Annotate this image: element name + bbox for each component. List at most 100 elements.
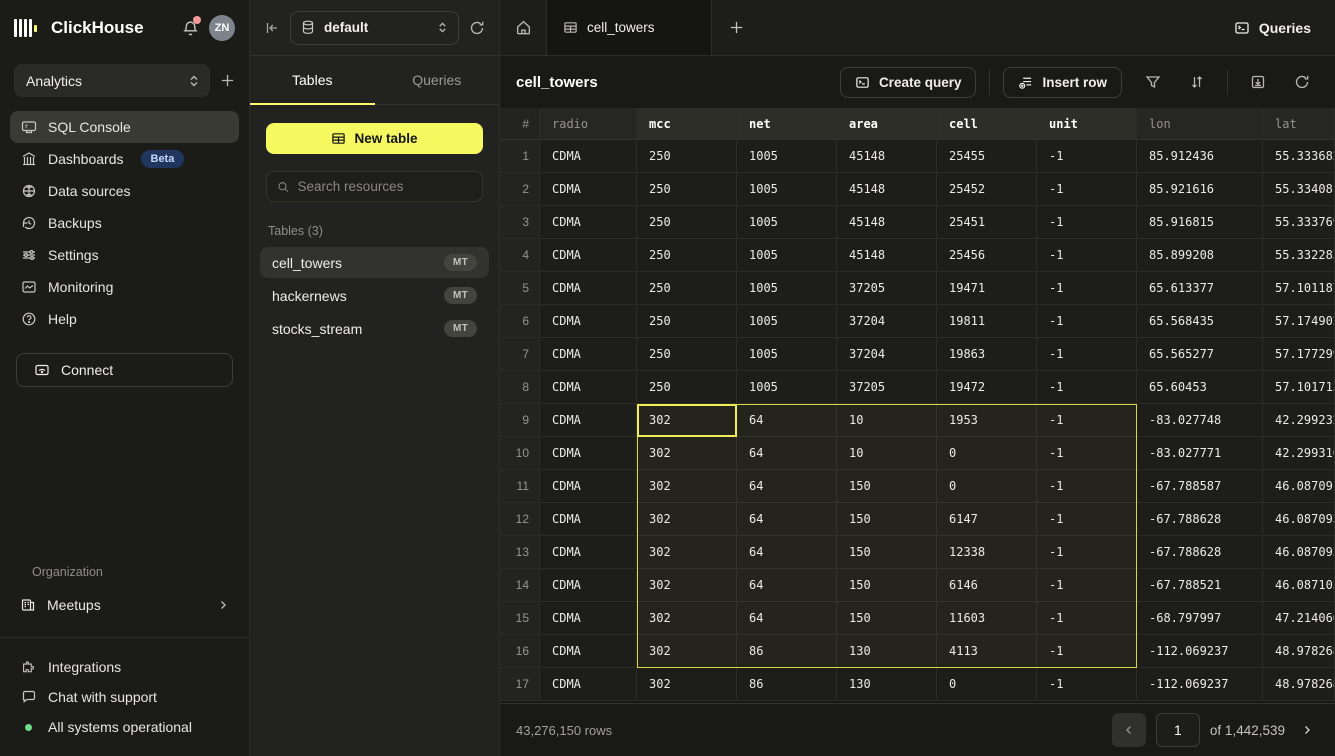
table-cell[interactable]: CDMA	[540, 404, 637, 437]
table-cell[interactable]: CDMA	[540, 239, 637, 272]
table-cell[interactable]: 1005	[737, 173, 837, 206]
table-cell[interactable]: 250	[637, 371, 737, 404]
table-cell[interactable]: 19471	[937, 272, 1037, 305]
table-cell[interactable]: -1	[1037, 140, 1137, 173]
table-cell[interactable]: 65.613377	[1137, 272, 1263, 305]
table-cell[interactable]: -112.069237	[1137, 635, 1263, 668]
table-cell[interactable]: 19811	[937, 305, 1037, 338]
table-cell[interactable]: 45148	[837, 173, 937, 206]
table-cell[interactable]: CDMA	[540, 569, 637, 602]
table-cell[interactable]: 46.087093	[1263, 536, 1335, 569]
download-button[interactable]	[1241, 67, 1275, 98]
sidebar-item-sql-console[interactable]: SQL Console	[10, 111, 239, 143]
table-cell[interactable]: -1	[1037, 569, 1137, 602]
table-cell[interactable]: 12338	[937, 536, 1037, 569]
table-cell[interactable]: 64	[737, 437, 837, 470]
table-cell[interactable]: 150	[837, 602, 937, 635]
table-cell[interactable]: CDMA	[540, 437, 637, 470]
sidebar-item-meetups[interactable]: Meetups	[10, 589, 239, 621]
table-cell[interactable]: 130	[837, 635, 937, 668]
column-header-lon[interactable]: lon	[1137, 108, 1263, 140]
sort-button[interactable]	[1180, 67, 1214, 98]
row-number-cell[interactable]: 14	[500, 569, 540, 602]
row-number-cell[interactable]: 9	[500, 404, 540, 437]
table-cell[interactable]: 250	[637, 173, 737, 206]
table-cell[interactable]: -1	[1037, 404, 1137, 437]
table-cell[interactable]: 150	[837, 569, 937, 602]
row-number-cell[interactable]: 1	[500, 140, 540, 173]
table-cell[interactable]: 1005	[737, 338, 837, 371]
table-cell[interactable]: 45148	[837, 206, 937, 239]
table-cell[interactable]: 37204	[837, 338, 937, 371]
table-cell[interactable]: 45148	[837, 239, 937, 272]
table-cell[interactable]: 250	[637, 206, 737, 239]
column-header-area[interactable]: area	[837, 108, 937, 140]
table-cell[interactable]: 302	[637, 470, 737, 503]
avatar[interactable]: ZN	[209, 15, 235, 41]
sidebar-item-settings[interactable]: Settings	[10, 239, 239, 271]
table-cell[interactable]: 55.33408	[1263, 173, 1335, 206]
table-cell[interactable]: 25456	[937, 239, 1037, 272]
table-cell[interactable]: 10	[837, 404, 937, 437]
table-cell[interactable]: 45148	[837, 140, 937, 173]
table-cell[interactable]: -1	[1037, 635, 1137, 668]
refresh-data-button[interactable]	[1285, 67, 1319, 98]
table-cell[interactable]: 64	[737, 536, 837, 569]
filter-button[interactable]	[1136, 67, 1170, 98]
table-cell[interactable]: 250	[637, 338, 737, 371]
table-cell[interactable]: CDMA	[540, 503, 637, 536]
tab-queries[interactable]: Queries	[375, 56, 500, 104]
table-cell[interactable]: 86	[737, 668, 837, 701]
row-number-cell[interactable]: 6	[500, 305, 540, 338]
table-cell[interactable]: -112.069237	[1137, 668, 1263, 701]
table-cell[interactable]: 0	[937, 470, 1037, 503]
table-cell[interactable]: 302	[637, 668, 737, 701]
table-cell[interactable]: 0	[937, 437, 1037, 470]
row-number-cell[interactable]: 11	[500, 470, 540, 503]
table-cell[interactable]: 46.087091	[1263, 470, 1335, 503]
sidebar-item-dashboards[interactable]: Dashboards Beta	[10, 143, 239, 175]
sidebar-item-help[interactable]: Help	[10, 303, 239, 335]
table-cell[interactable]: 64	[737, 404, 837, 437]
row-number-cell[interactable]: 16	[500, 635, 540, 668]
table-cell[interactable]: 19472	[937, 371, 1037, 404]
table-cell[interactable]: 150	[837, 536, 937, 569]
table-cell[interactable]: CDMA	[540, 536, 637, 569]
insert-row-button[interactable]: Insert row	[1003, 67, 1122, 98]
column-header-mcc[interactable]: mcc	[637, 108, 737, 140]
sidebar-item-chat-support[interactable]: Chat with support	[10, 682, 239, 712]
row-number-cell[interactable]: 4	[500, 239, 540, 272]
table-cell[interactable]: -1	[1037, 437, 1137, 470]
home-button[interactable]	[500, 0, 547, 55]
table-cell[interactable]: 85.899208	[1137, 239, 1263, 272]
database-select[interactable]: default	[290, 11, 459, 45]
table-cell[interactable]: -1	[1037, 536, 1137, 569]
table-cell[interactable]: CDMA	[540, 140, 637, 173]
table-cell[interactable]: 42.299232	[1263, 404, 1335, 437]
column-header-radio[interactable]: radio	[540, 108, 637, 140]
table-cell[interactable]: -67.788628	[1137, 536, 1263, 569]
table-list-item-stocks-stream[interactable]: stocks_stream MT	[260, 313, 489, 344]
table-cell[interactable]: 25451	[937, 206, 1037, 239]
new-tab-button[interactable]	[712, 0, 760, 55]
row-number-cell[interactable]: 12	[500, 503, 540, 536]
sidebar-item-backups[interactable]: Backups	[10, 207, 239, 239]
table-cell[interactable]: -67.788521	[1137, 569, 1263, 602]
table-cell[interactable]: 4113	[937, 635, 1037, 668]
table-cell[interactable]: -1	[1037, 206, 1137, 239]
table-cell[interactable]: CDMA	[540, 272, 637, 305]
new-table-button[interactable]: New table	[266, 123, 483, 154]
table-cell[interactable]: CDMA	[540, 635, 637, 668]
sidebar-item-monitoring[interactable]: Monitoring	[10, 271, 239, 303]
table-cell[interactable]: 37204	[837, 305, 937, 338]
table-cell[interactable]: -1	[1037, 338, 1137, 371]
table-cell[interactable]: -1	[1037, 305, 1137, 338]
row-number-cell[interactable]: 7	[500, 338, 540, 371]
system-status-item[interactable]: All systems operational	[10, 712, 239, 742]
table-cell[interactable]: -1	[1037, 371, 1137, 404]
create-query-button[interactable]: Create query	[840, 67, 977, 98]
table-cell[interactable]: 0	[937, 668, 1037, 701]
table-cell[interactable]: 250	[637, 239, 737, 272]
refresh-tables-button[interactable]	[469, 20, 485, 36]
table-cell[interactable]: 48.978268	[1263, 635, 1335, 668]
